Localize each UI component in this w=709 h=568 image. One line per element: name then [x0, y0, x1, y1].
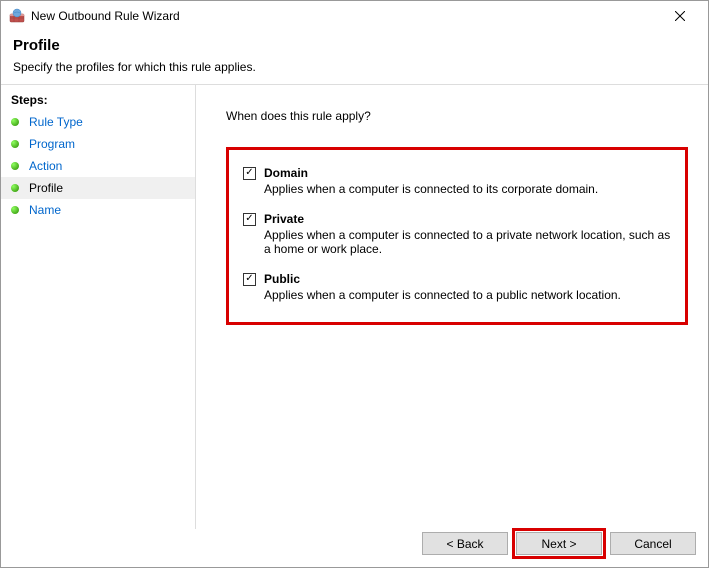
firewall-icon [9, 8, 25, 24]
checkbox-domain[interactable]: ✓ [243, 167, 256, 180]
steps-sidebar: Steps: Rule Type Program Action Profile Name [1, 85, 196, 529]
step-label: Action [29, 159, 62, 173]
content-pane: When does this rule apply? ✓ Domain Applie… [196, 85, 708, 529]
profile-domain: ✓ Domain Applies when a computer is connec… [243, 166, 671, 196]
step-bullet-icon [11, 118, 19, 126]
wizard-header: Profile Specify the profiles for which t… [1, 31, 708, 84]
profiles-group: ✓ Domain Applies when a computer is connec… [226, 147, 688, 325]
step-bullet-icon [11, 162, 19, 170]
profile-description: Applies when a computer is connected to … [264, 228, 671, 256]
profile-row: ✓ Domain [243, 166, 671, 180]
content-question: When does this rule apply? [226, 109, 688, 123]
step-rule-type[interactable]: Rule Type [1, 111, 195, 133]
step-action[interactable]: Action [1, 155, 195, 177]
page-title: Profile [13, 37, 696, 54]
close-button[interactable] [660, 2, 700, 30]
window-title: New Outbound Rule Wizard [31, 9, 660, 23]
profile-label: Domain [264, 166, 308, 180]
wizard-buttons: < Back Next > Cancel [422, 532, 696, 555]
profile-label: Private [264, 212, 304, 226]
profile-row: ✓ Private [243, 212, 671, 226]
page-description: Specify the profiles for which this rule… [13, 60, 696, 74]
step-label: Name [29, 203, 61, 217]
profile-public: ✓ Public Applies when a computer is connec… [243, 272, 671, 302]
step-bullet-icon [11, 206, 19, 214]
back-button[interactable]: < Back [422, 532, 508, 555]
main-area: Steps: Rule Type Program Action Profile Name… [1, 84, 708, 529]
step-label: Profile [29, 181, 63, 195]
profile-private: ✓ Private Applies when a computer is conne… [243, 212, 671, 256]
steps-title: Steps: [1, 89, 195, 111]
cancel-button[interactable]: Cancel [610, 532, 696, 555]
step-label: Program [29, 137, 75, 151]
step-bullet-icon [11, 140, 19, 148]
profile-label: Public [264, 272, 300, 286]
step-label: Rule Type [29, 115, 83, 129]
close-icon [675, 11, 685, 21]
checkbox-public[interactable]: ✓ [243, 273, 256, 286]
profile-row: ✓ Public [243, 272, 671, 286]
profile-description: Applies when a computer is connected to … [264, 288, 671, 302]
titlebar: New Outbound Rule Wizard [1, 1, 708, 31]
step-program[interactable]: Program [1, 133, 195, 155]
step-profile[interactable]: Profile [1, 177, 195, 199]
profile-description: Applies when a computer is connected to … [264, 182, 671, 196]
step-bullet-icon [11, 184, 19, 192]
step-name[interactable]: Name [1, 199, 195, 221]
next-button[interactable]: Next > [516, 532, 602, 555]
checkbox-private[interactable]: ✓ [243, 213, 256, 226]
